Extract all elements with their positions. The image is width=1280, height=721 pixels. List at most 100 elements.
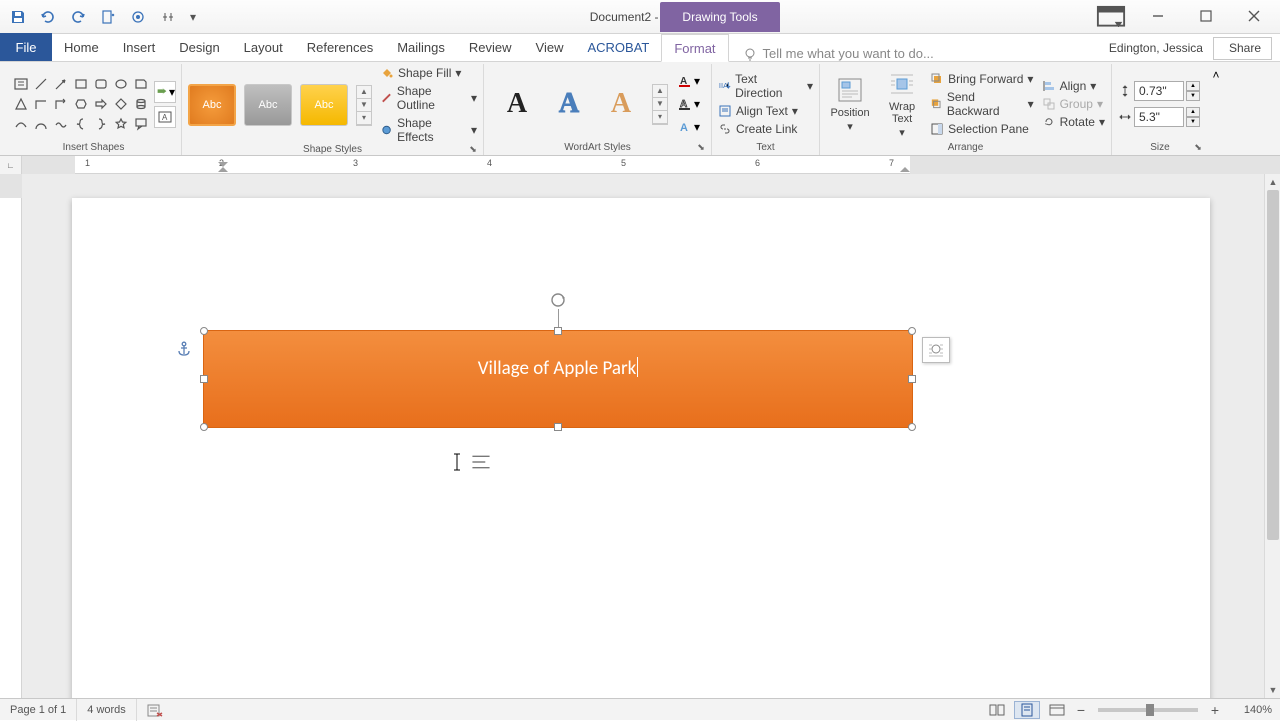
style-thumb-gray[interactable]: Abc: [244, 84, 292, 126]
share-button[interactable]: Share: [1213, 37, 1272, 60]
horizontal-ruler[interactable]: 1 2 3 4 5 6 7: [22, 156, 1280, 173]
height-spinner[interactable]: ▲▼: [1186, 81, 1200, 101]
scroll-down-icon[interactable]: ▼: [1265, 682, 1280, 698]
vertical-ruler[interactable]: [0, 174, 22, 698]
print-layout-button[interactable]: [1014, 701, 1040, 719]
align-text-button[interactable]: Align Text ▾: [718, 104, 813, 118]
style-thumb-yellow[interactable]: Abc: [300, 84, 348, 126]
shape-arc-icon[interactable]: [32, 115, 50, 133]
bring-forward-button[interactable]: Bring Forward ▾: [930, 72, 1034, 86]
touch-mode-icon[interactable]: [128, 7, 148, 27]
style-thumb-orange[interactable]: Abc: [188, 84, 236, 126]
acrobat-tab[interactable]: ACROBAT: [575, 33, 661, 61]
resize-handle-e[interactable]: [908, 375, 916, 383]
shape-callout-icon[interactable]: [132, 115, 150, 133]
shape-star-icon[interactable]: [112, 115, 130, 133]
wordart-thumb-1[interactable]: A: [496, 83, 538, 125]
wordart-gallery-scroll[interactable]: ▲▼▾: [652, 84, 668, 125]
undo-icon[interactable]: [38, 7, 58, 27]
format-tab[interactable]: Format: [661, 34, 728, 62]
file-tab[interactable]: File: [0, 33, 52, 61]
shape-fill-button[interactable]: Shape Fill ▾: [380, 66, 477, 80]
redo-icon[interactable]: [68, 7, 88, 27]
shape-triangle-icon[interactable]: [12, 95, 30, 113]
mailings-tab[interactable]: Mailings: [385, 33, 457, 61]
wordart-thumb-2[interactable]: A: [548, 83, 590, 125]
close-button[interactable]: [1234, 4, 1274, 28]
shape-curve-icon[interactable]: [12, 115, 30, 133]
text-direction-button[interactable]: IIAText Direction ▾: [718, 72, 813, 100]
minimize-button[interactable]: [1138, 4, 1178, 28]
shape-styles-gallery[interactable]: Abc Abc Abc ▲▼▾: [188, 84, 372, 126]
shape-arrow-line-icon[interactable]: [52, 75, 70, 93]
ribbon-display-options-icon[interactable]: [1096, 5, 1126, 27]
shape-elbow-arrow-icon[interactable]: [52, 95, 70, 113]
user-name[interactable]: Edington, Jessica: [1109, 41, 1203, 55]
shape-text[interactable]: Village of Apple Park: [478, 357, 638, 380]
position-button[interactable]: Position▾: [826, 75, 874, 133]
rotate-button[interactable]: Rotate ▾: [1042, 115, 1105, 129]
design-tab[interactable]: Design: [167, 33, 231, 61]
resize-handle-nw[interactable]: [200, 327, 208, 335]
shape-elbow-icon[interactable]: [32, 95, 50, 113]
maximize-button[interactable]: [1186, 4, 1226, 28]
selection-pane-button[interactable]: Selection Pane: [930, 122, 1034, 136]
shape-diamond-icon[interactable]: [112, 95, 130, 113]
shape-line-icon[interactable]: [32, 75, 50, 93]
rotate-handle[interactable]: [549, 291, 567, 309]
text-outline-button[interactable]: A▾: [678, 94, 700, 114]
document-scroll[interactable]: Village of Apple Park: [22, 174, 1280, 698]
dialog-launcher-icon[interactable]: ⬊: [695, 142, 707, 154]
layout-options-button[interactable]: [922, 337, 950, 363]
tell-me-search[interactable]: Tell me what you want to do...: [729, 46, 934, 61]
zoom-level[interactable]: 140%: [1226, 704, 1272, 716]
width-input[interactable]: [1134, 107, 1184, 127]
resize-handle-sw[interactable]: [200, 423, 208, 431]
create-link-button[interactable]: Create Link: [718, 122, 813, 136]
shape-cylinder-icon[interactable]: [132, 95, 150, 113]
resize-handle-n[interactable]: [554, 327, 562, 335]
send-backward-button[interactable]: Send Backward ▾: [930, 90, 1034, 118]
save-icon[interactable]: [8, 7, 28, 27]
status-words[interactable]: 4 words: [77, 699, 137, 721]
tab-selector[interactable]: ∟: [0, 156, 22, 174]
shape-brace-right-icon[interactable]: [92, 115, 110, 133]
resize-handle-ne[interactable]: [908, 327, 916, 335]
collapse-ribbon-button[interactable]: ˄: [1208, 64, 1224, 155]
indent-marker-right[interactable]: [898, 160, 912, 174]
gallery-scroll[interactable]: ▲▼▾: [356, 85, 372, 126]
view-tab[interactable]: View: [524, 33, 576, 61]
status-page[interactable]: Page 1 of 1: [0, 699, 77, 721]
home-tab[interactable]: Home: [52, 33, 111, 61]
review-tab[interactable]: Review: [457, 33, 524, 61]
web-layout-button[interactable]: [1044, 701, 1070, 719]
scrollbar-thumb[interactable]: [1267, 190, 1279, 540]
align-button[interactable]: Align ▾: [1042, 79, 1105, 93]
vertical-scrollbar[interactable]: ▲ ▼: [1264, 174, 1280, 698]
wordart-gallery[interactable]: A A A ▲▼▾: [490, 83, 674, 125]
shape-snip-icon[interactable]: [132, 75, 150, 93]
qat-more-icon[interactable]: [158, 7, 178, 27]
edit-shape-button[interactable]: ▾: [154, 81, 176, 103]
shape-effects-button[interactable]: Shape Effects ▾: [380, 116, 477, 144]
dialog-launcher-icon[interactable]: ⬊: [467, 144, 479, 156]
dialog-launcher-icon[interactable]: ⬊: [1192, 142, 1204, 154]
shape-textbox-icon[interactable]: [12, 75, 30, 93]
selected-shape[interactable]: Village of Apple Park: [203, 330, 913, 428]
zoom-slider-handle[interactable]: [1146, 704, 1154, 716]
new-doc-icon[interactable]: [98, 7, 118, 27]
text-effects-button[interactable]: A▾: [678, 117, 700, 137]
status-proofing[interactable]: [137, 699, 173, 721]
shape-outline-button[interactable]: Shape Outline ▾: [380, 84, 477, 112]
page[interactable]: Village of Apple Park: [72, 198, 1210, 698]
text-fill-button[interactable]: A▾: [678, 71, 700, 91]
shapes-gallery[interactable]: [12, 75, 150, 133]
zoom-out-button[interactable]: −: [1074, 702, 1088, 718]
shape-block-arrow-icon[interactable]: [92, 95, 110, 113]
shape-hexagon-icon[interactable]: [72, 95, 90, 113]
scroll-up-icon[interactable]: ▲: [1265, 174, 1280, 190]
resize-handle-w[interactable]: [200, 375, 208, 383]
resize-handle-s[interactable]: [554, 423, 562, 431]
shape-rounded-rect-icon[interactable]: [92, 75, 110, 93]
shape-oval-icon[interactable]: [112, 75, 130, 93]
